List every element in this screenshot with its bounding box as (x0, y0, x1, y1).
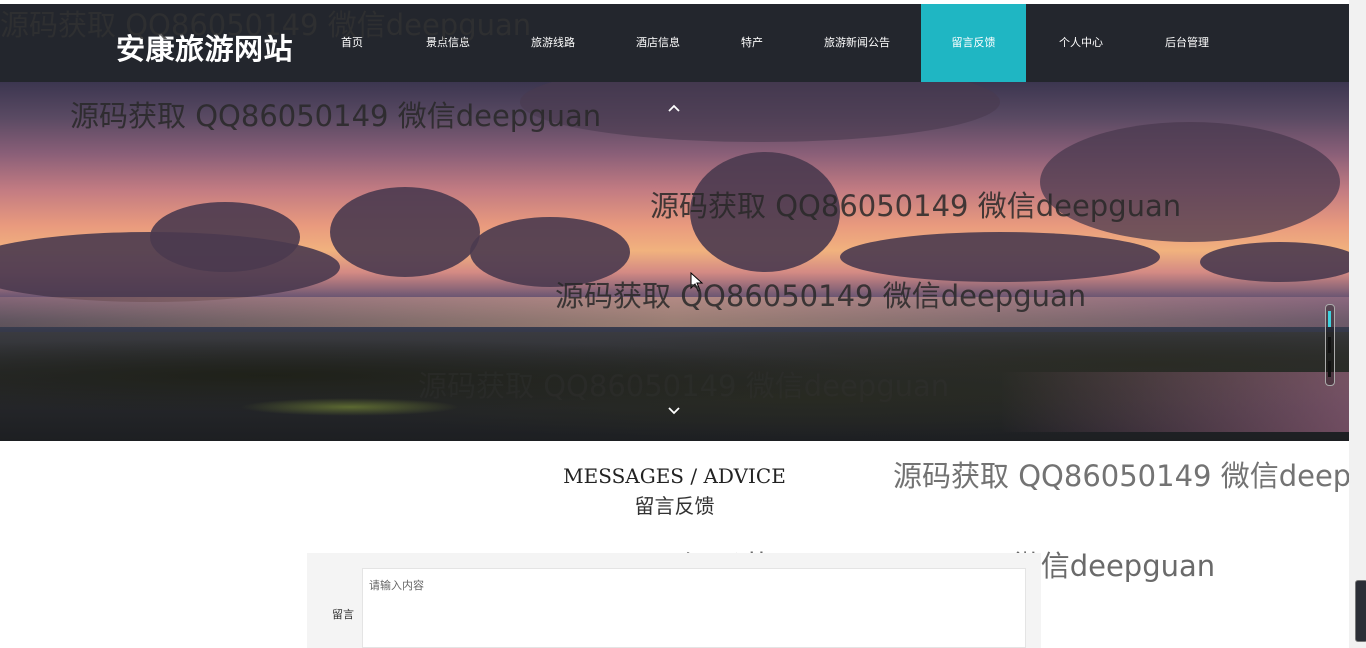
cloud-shape (150, 202, 300, 272)
watermark-text: 源码获取 QQ86050149 微信deepguan (650, 189, 1182, 223)
carousel-indicator[interactable] (1325, 304, 1335, 386)
feedback-form: 留言 (307, 553, 1041, 648)
nav-item-news[interactable]: 旅游新闻公告 (815, 4, 899, 82)
indicator-dot[interactable] (1328, 361, 1331, 377)
nav-item-hotels[interactable]: 酒店信息 (628, 4, 688, 82)
watermark-text: 源码获取 QQ86050149 微信deepguan (0, 8, 532, 42)
nav-item-routes[interactable]: 旅游线路 (523, 4, 583, 82)
cloud-shape (330, 187, 480, 277)
cloud-shape (1200, 242, 1349, 282)
nav-item-feedback[interactable]: 留言反馈 (921, 4, 1026, 82)
section-title-en: MESSAGES / ADVICE (563, 464, 786, 488)
indicator-dot[interactable] (1328, 311, 1331, 327)
scroll-widget[interactable] (1355, 580, 1366, 642)
water-reflection (1000, 372, 1349, 432)
nav-item-profile[interactable]: 个人中心 (1050, 4, 1112, 82)
indicator-dot[interactable] (1328, 337, 1331, 353)
section-title-cn: 留言反馈 (634, 494, 715, 518)
chevron-down-icon[interactable] (664, 403, 684, 423)
message-textarea[interactable] (362, 568, 1026, 648)
watermark-text: 源码获取 QQ86050149 微信deepguan (70, 99, 602, 133)
page-scrollbar[interactable] (1349, 0, 1366, 648)
nav-item-admin[interactable]: 后台管理 (1156, 4, 1218, 82)
message-label: 留言 (332, 608, 354, 621)
watermark-text: 源码获取 QQ86050149 微信deepguan (418, 369, 950, 403)
chevron-up-icon[interactable] (664, 100, 684, 120)
nav-item-specialties[interactable]: 特产 (732, 4, 772, 82)
watermark-text: 源码获取 QQ86050149 微信deepguan (555, 279, 1087, 313)
